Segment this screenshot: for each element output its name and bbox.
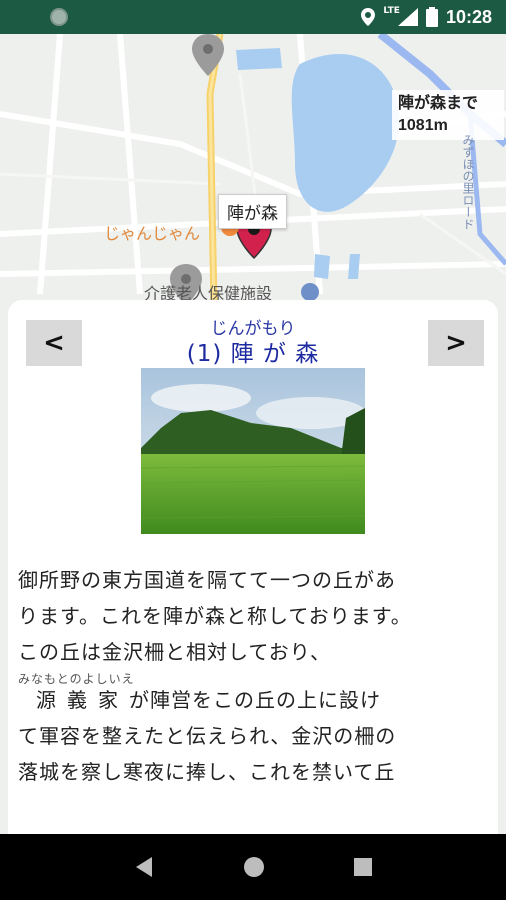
page-title: (1) 陣 が 森 <box>186 341 320 367</box>
description-line: 源義家が陣営をこの丘の上に設け <box>18 682 488 718</box>
distance-label: 陣が森まで 1081m <box>392 90 504 140</box>
description-line: て軍容を整えたと伝えられ、金沢の柵の <box>18 724 397 748</box>
location-icon <box>361 8 376 26</box>
description-line: ります。これを陣が森と称しております。 <box>18 604 412 628</box>
map-marker-gray[interactable] <box>192 34 224 76</box>
road-label: みずほの里ロード <box>461 134 475 230</box>
site-photo <box>141 368 365 534</box>
description-line: 落城を察し寒夜に捧し、これを禁いて丘 <box>18 760 396 784</box>
marker-label: 陣が森 <box>218 194 287 229</box>
recents-icon[interactable] <box>353 858 372 876</box>
description-line: 御所野の東方国道を隔てて一つの丘があ <box>18 568 396 592</box>
system-nav-bar <box>0 834 506 900</box>
battery-icon <box>425 7 438 27</box>
facility-icon <box>301 283 319 301</box>
clock: 10:28 <box>445 6 492 27</box>
back-icon[interactable] <box>134 856 154 878</box>
description: 御所野の東方国道を隔てて一つの丘があ ります。これを陣が森と称しております。 こ… <box>18 562 488 790</box>
notification-icon <box>50 8 68 26</box>
home-icon[interactable] <box>243 856 265 878</box>
info-panel: < > じんがもり (1) 陣 が 森 御所野の東方国道を隔てて一つの丘があ り… <box>8 300 498 834</box>
person-name: 源義家 <box>36 688 129 712</box>
description-line-rest: が陣営をこの丘の上に設け <box>129 688 381 712</box>
network-type: LTE <box>383 6 400 16</box>
description-line: この丘は金沢柵と相対しており、 <box>18 640 331 664</box>
signal-icon <box>397 8 418 26</box>
status-bar: LTE 10:28 <box>0 0 506 34</box>
place-label-restaurant: じゃんじゃん <box>104 224 201 243</box>
